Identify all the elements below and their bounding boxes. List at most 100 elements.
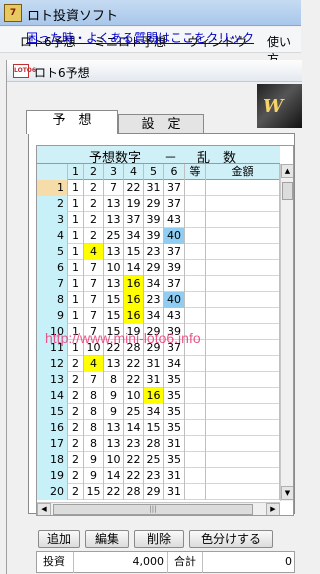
number-cell[interactable]: 16 — [144, 388, 164, 404]
number-cell[interactable]: 9 — [104, 388, 124, 404]
amount-cell[interactable] — [206, 356, 280, 372]
number-cell[interactable]: 2 — [84, 212, 104, 228]
number-cell[interactable]: 7 — [104, 180, 124, 196]
number-cell[interactable]: 35 — [164, 372, 185, 388]
rank-cell[interactable] — [185, 292, 206, 308]
number-cell[interactable]: 31 — [144, 180, 164, 196]
number-cell[interactable]: 34 — [144, 404, 164, 420]
number-cell[interactable]: 1 — [68, 212, 84, 228]
tab-prediction[interactable]: 予 想 — [26, 110, 118, 134]
number-cell[interactable]: 35 — [164, 452, 185, 468]
rank-cell[interactable] — [185, 452, 206, 468]
number-cell[interactable]: 22 — [104, 484, 124, 500]
number-cell[interactable]: 28 — [124, 484, 144, 500]
amount-cell[interactable] — [206, 244, 280, 260]
number-cell[interactable]: 8 — [84, 404, 104, 420]
row-number[interactable]: 8 — [37, 292, 68, 308]
number-cell[interactable]: 25 — [124, 404, 144, 420]
number-cell[interactable]: 4 — [84, 244, 104, 260]
table-row[interactable]: 19 2 9 14 22 23 31 — [37, 468, 280, 484]
number-cell[interactable]: 25 — [144, 452, 164, 468]
table-row[interactable]: 9 1 7 15 16 34 43 — [37, 308, 280, 324]
amount-cell[interactable] — [206, 420, 280, 436]
row-number[interactable]: 7 — [37, 276, 68, 292]
rank-cell[interactable] — [185, 196, 206, 212]
amount-cell[interactable] — [206, 468, 280, 484]
row-number[interactable]: 16 — [37, 420, 68, 436]
number-cell[interactable]: 15 — [124, 244, 144, 260]
colorize-button[interactable]: 色分けする — [189, 530, 273, 548]
table-row[interactable]: 12 2 4 13 22 31 34 — [37, 356, 280, 372]
number-cell[interactable]: 15 — [84, 484, 104, 500]
number-cell[interactable]: 8 — [84, 388, 104, 404]
amount-cell[interactable] — [206, 340, 280, 356]
number-cell[interactable]: 34 — [144, 308, 164, 324]
number-cell[interactable]: 2 — [68, 372, 84, 388]
number-cell[interactable]: 1 — [68, 180, 84, 196]
number-cell[interactable]: 8 — [84, 420, 104, 436]
number-cell[interactable]: 25 — [104, 228, 124, 244]
vertical-scrollbar[interactable]: ▲ ▼ — [280, 164, 293, 501]
amount-cell[interactable] — [206, 308, 280, 324]
rank-cell[interactable] — [185, 356, 206, 372]
number-cell[interactable]: 31 — [164, 468, 185, 484]
number-cell[interactable]: 34 — [144, 276, 164, 292]
table-row[interactable]: 17 2 8 13 23 28 31 — [37, 436, 280, 452]
row-number[interactable]: 3 — [37, 212, 68, 228]
rank-cell[interactable] — [185, 180, 206, 196]
number-cell[interactable]: 34 — [164, 356, 185, 372]
help-link[interactable]: 困った時・よくある質問はここをクリック — [26, 29, 254, 46]
number-cell[interactable]: 13 — [104, 196, 124, 212]
number-cell[interactable]: 23 — [124, 436, 144, 452]
number-cell[interactable]: 23 — [144, 244, 164, 260]
number-cell[interactable]: 39 — [164, 260, 185, 276]
table-row[interactable]: 14 2 8 9 10 16 35 — [37, 388, 280, 404]
amount-cell[interactable] — [206, 196, 280, 212]
table-row[interactable]: 4 1 2 25 34 39 40 — [37, 228, 280, 244]
number-cell[interactable]: 22 — [124, 372, 144, 388]
row-number[interactable]: 4 — [37, 228, 68, 244]
amount-cell[interactable] — [206, 324, 280, 340]
table-row[interactable]: 16 2 8 13 14 15 35 — [37, 420, 280, 436]
number-cell[interactable]: 2 — [84, 180, 104, 196]
amount-cell[interactable] — [206, 228, 280, 244]
number-cell[interactable]: 13 — [104, 356, 124, 372]
rank-cell[interactable] — [185, 468, 206, 484]
rank-cell[interactable] — [185, 260, 206, 276]
number-cell[interactable]: 37 — [164, 196, 185, 212]
number-cell[interactable]: 31 — [144, 372, 164, 388]
number-cell[interactable]: 14 — [124, 420, 144, 436]
rank-cell[interactable] — [185, 228, 206, 244]
rank-cell[interactable] — [185, 420, 206, 436]
row-number[interactable]: 18 — [37, 452, 68, 468]
number-cell[interactable]: 9 — [104, 404, 124, 420]
number-cell[interactable]: 16 — [124, 308, 144, 324]
amount-cell[interactable] — [206, 452, 280, 468]
number-cell[interactable]: 40 — [164, 292, 185, 308]
scroll-left-icon[interactable]: ◀ — [37, 503, 51, 515]
number-cell[interactable]: 19 — [124, 196, 144, 212]
hscroll-thumb[interactable]: ||| — [53, 504, 253, 515]
row-number[interactable]: 17 — [37, 436, 68, 452]
number-cell[interactable]: 2 — [84, 228, 104, 244]
number-cell[interactable]: 7 — [84, 292, 104, 308]
number-cell[interactable]: 13 — [104, 436, 124, 452]
number-cell[interactable]: 7 — [84, 260, 104, 276]
number-cell[interactable]: 1 — [68, 196, 84, 212]
amount-cell[interactable] — [206, 436, 280, 452]
row-number[interactable]: 19 — [37, 468, 68, 484]
table-row[interactable]: 6 1 7 10 14 29 39 — [37, 260, 280, 276]
row-number[interactable]: 6 — [37, 260, 68, 276]
amount-cell[interactable] — [206, 388, 280, 404]
number-cell[interactable]: 7 — [84, 276, 104, 292]
number-cell[interactable]: 23 — [144, 292, 164, 308]
number-cell[interactable]: 43 — [164, 212, 185, 228]
rank-cell[interactable] — [185, 244, 206, 260]
number-cell[interactable]: 13 — [104, 276, 124, 292]
table-row[interactable]: 3 1 2 13 37 39 43 — [37, 212, 280, 228]
table-row[interactable]: 13 2 7 8 22 31 35 — [37, 372, 280, 388]
scroll-down-icon[interactable]: ▼ — [281, 486, 293, 500]
edit-button[interactable]: 編集 — [85, 530, 129, 548]
number-cell[interactable]: 4 — [84, 356, 104, 372]
number-cell[interactable]: 29 — [144, 484, 164, 500]
